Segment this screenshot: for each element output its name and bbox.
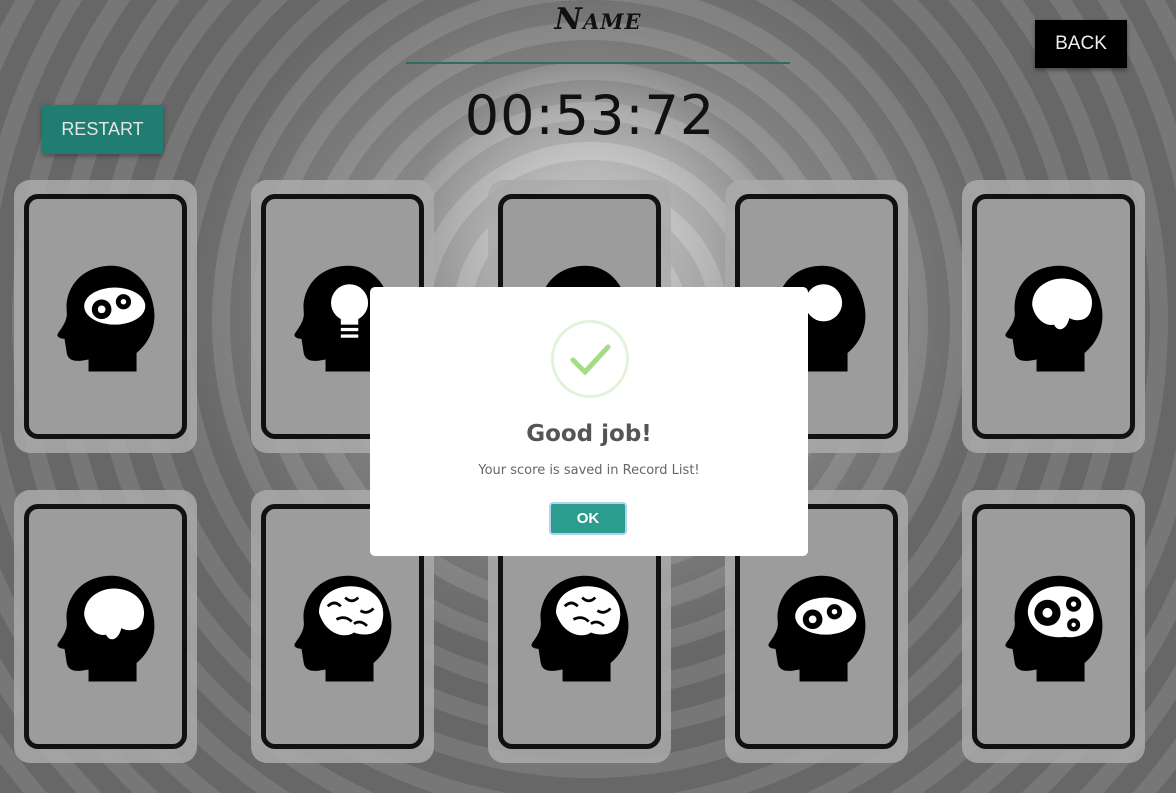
dialog-message: Your score is saved in Record List! xyxy=(478,463,700,478)
ok-button[interactable]: OK xyxy=(549,502,627,535)
success-dialog: Good job! Your score is saved in Record … xyxy=(370,287,808,556)
success-check-icon xyxy=(551,320,629,398)
dialog-title: Good job! xyxy=(526,421,652,447)
